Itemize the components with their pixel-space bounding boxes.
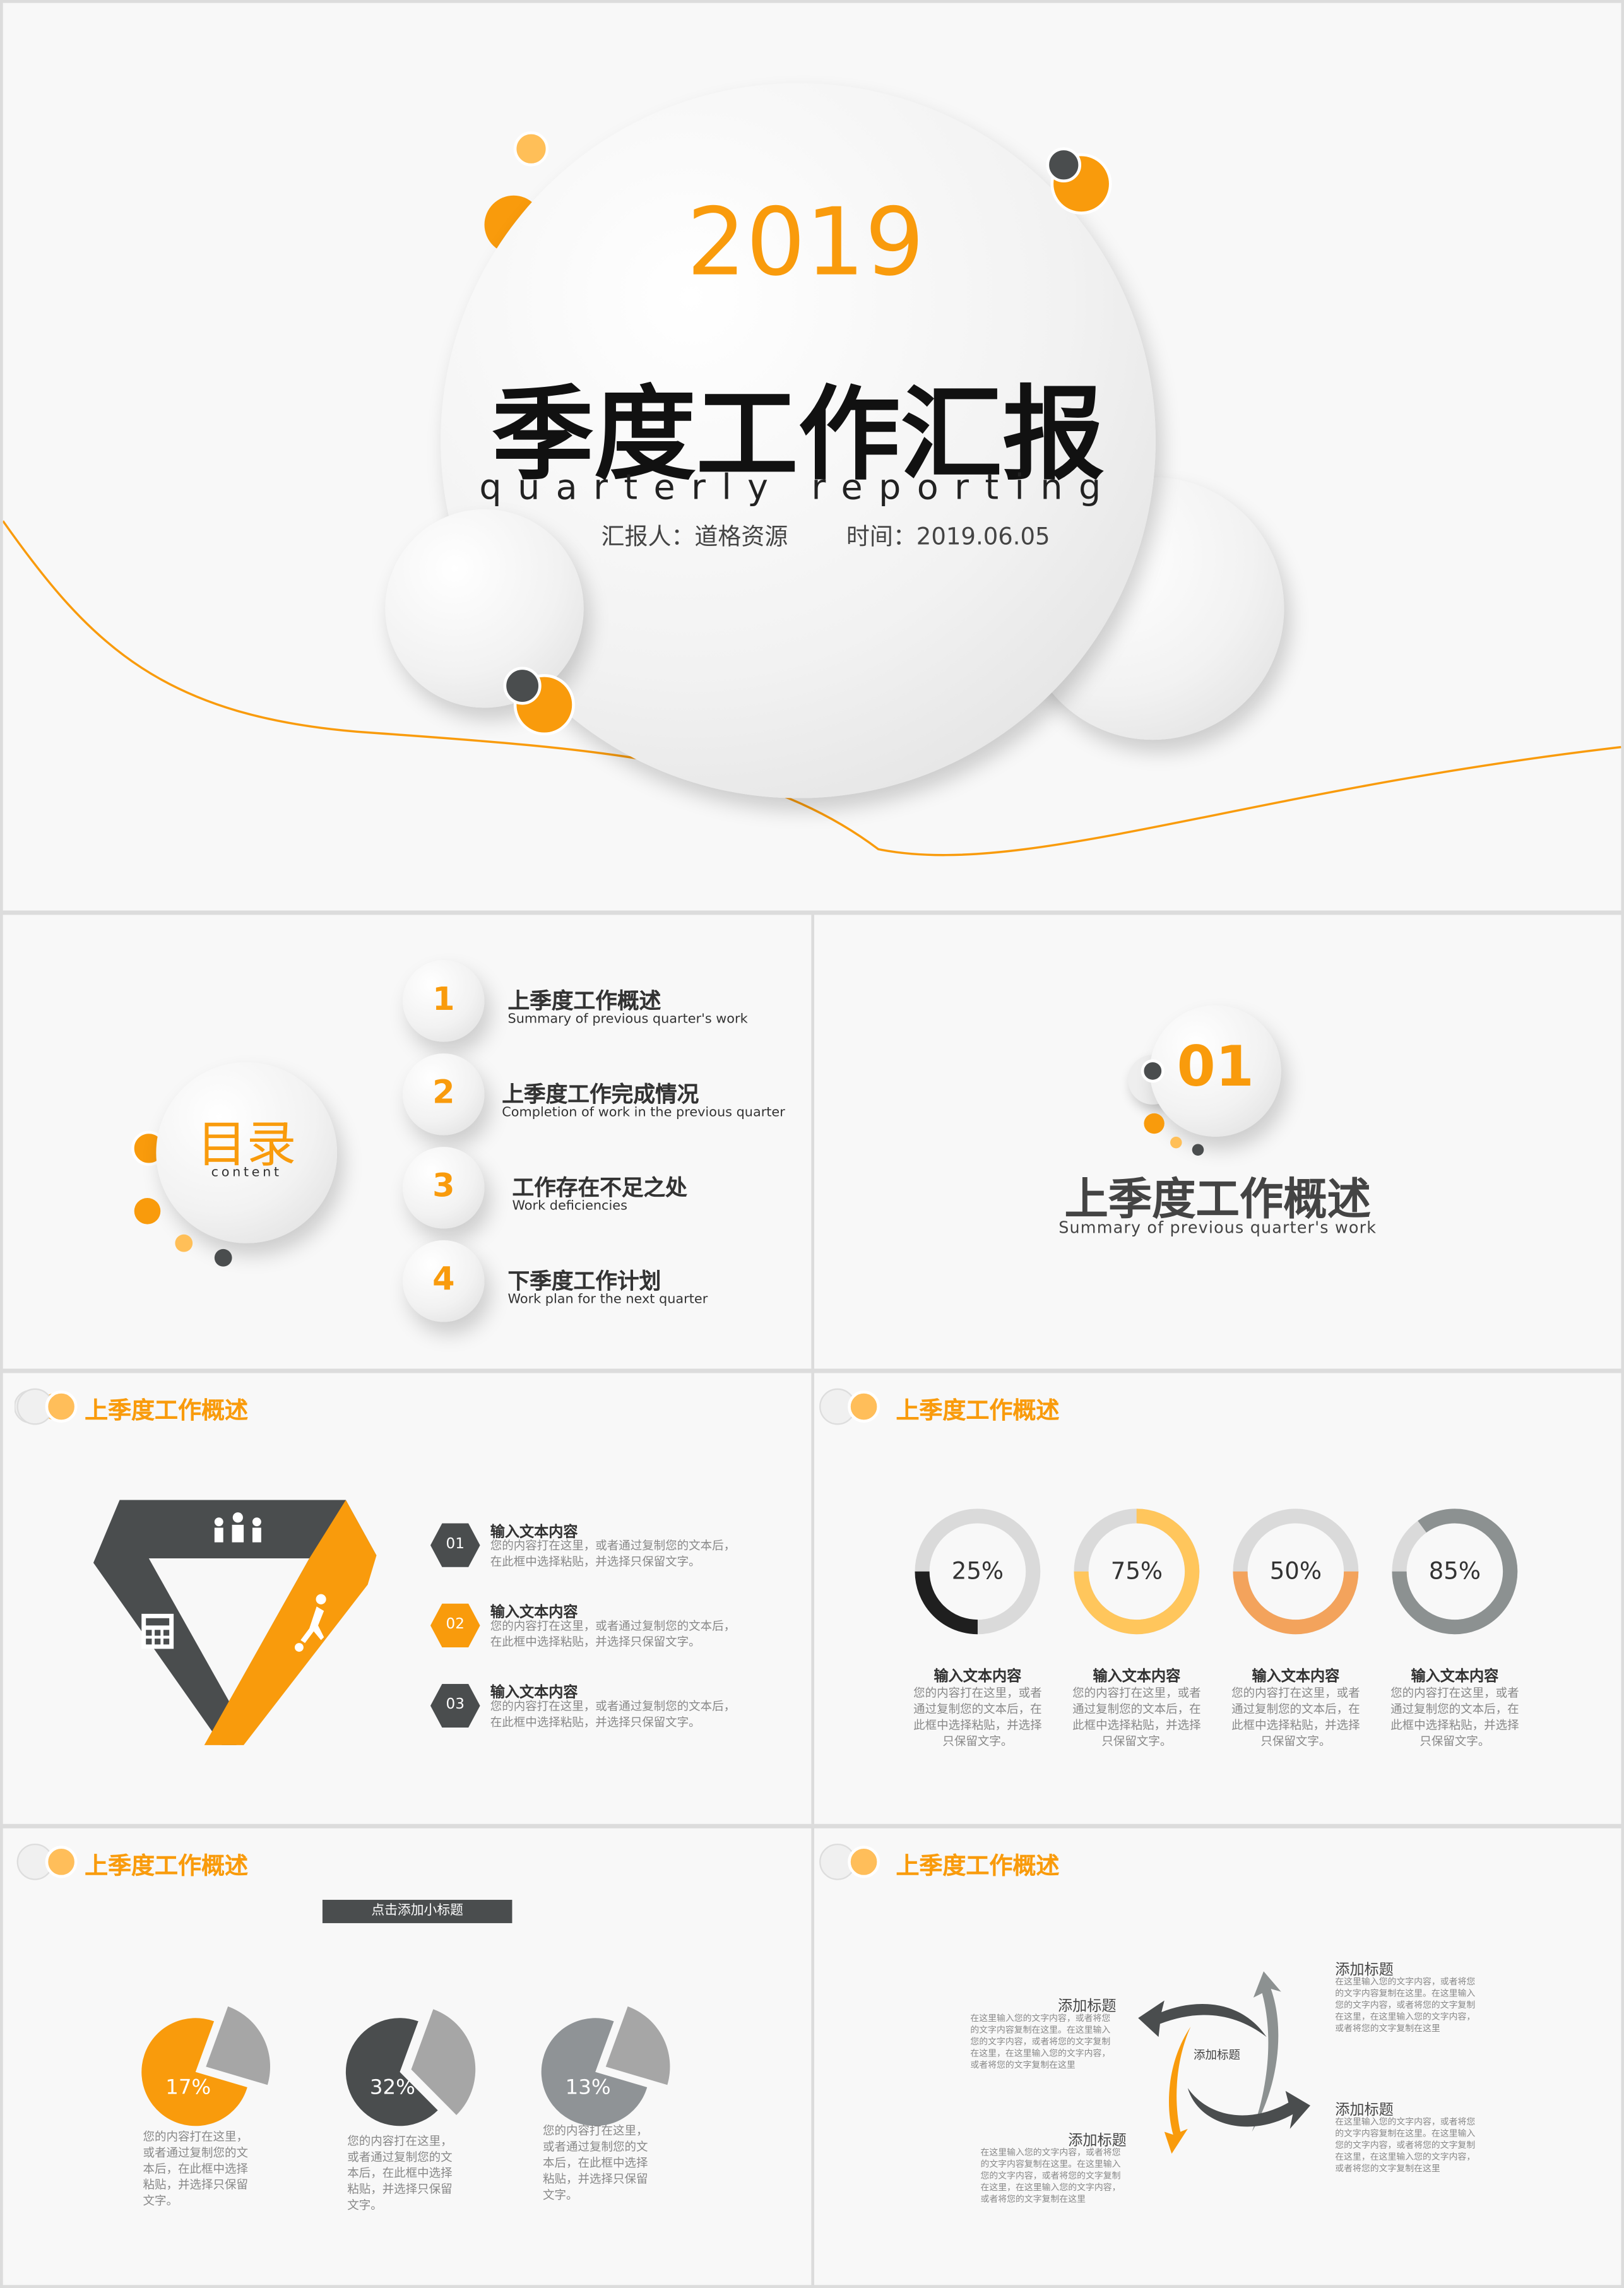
toc-item-title[interactable]: 下季度工作计划 <box>508 1265 661 1296</box>
donut-text: 您的内容打在这里，或者通过复制您的文本后，在此框中选择粘贴，并选择只保留文字。 <box>1231 1686 1360 1748</box>
toc-subtitle: content <box>211 1166 282 1181</box>
arrow-gray <box>1252 1971 1281 2132</box>
item-text: 您的内容打在这里，或者通过复制您的文本后，在此框中选择粘贴，并选择只保留文字。 <box>490 1620 736 1649</box>
pie-chart <box>345 2009 476 2126</box>
hexagon-number: 01 <box>446 1536 465 1553</box>
toc-number: 3 <box>432 1168 455 1206</box>
cover-subtitle: quarterly reporting <box>479 466 1117 508</box>
cycle-center-title: 添加标题 <box>1194 2048 1241 2062</box>
toc-item-subtitle: Work plan for the next quarter <box>507 1293 708 1308</box>
decor-dot <box>1046 147 1082 182</box>
decor-dot <box>1192 1144 1204 1156</box>
toc-item-subtitle: Work deficiencies <box>512 1199 627 1214</box>
slide-donuts[interactable]: 上季度工作概述 25% 输入文本内容 您的内容打在这里，或者通过复制您的文本后，在此… <box>814 1373 1621 1824</box>
header-circles-icon <box>819 1388 880 1425</box>
header-circles-icon <box>16 1843 78 1880</box>
pie-label: 32% <box>369 2076 415 2100</box>
toc-number: 2 <box>432 1075 455 1112</box>
header-circles-icon <box>16 1388 78 1425</box>
slide-toc[interactable]: 目录 content 1 上季度工作概述 Summary of previous q… <box>3 915 812 1369</box>
toc-item-subtitle: Summary of previous quarter's work <box>507 1012 748 1028</box>
slide-preview-grid: 2019 季度工作汇报 quarterly reporting 汇报人：道格资源… <box>0 0 1624 2288</box>
decor-dot <box>134 1197 161 1224</box>
pie-exploded-slice <box>605 2006 670 2085</box>
pie-text: 您的内容打在这里，或者通过复制您的文本后，在此框中选择粘贴，并选择只保留文字。 <box>347 2135 453 2212</box>
donut-title: 输入文本内容 <box>1252 1669 1340 1686</box>
slide-section-01[interactable]: 01 上季度工作概述 Summary of previous quarter's… <box>814 915 1621 1369</box>
decor-dot <box>503 667 542 705</box>
section-title: 上季度工作概述 <box>1064 1174 1371 1226</box>
toc-number: 1 <box>432 981 455 1019</box>
cover-reporter: 汇报人：道格资源 <box>601 522 788 550</box>
slide-triangle[interactable]: 上季度工作概述 01 输入文本内容 您的内容打在这里，或者通过复制您的文本后，在此框… <box>3 1373 812 1824</box>
donut-text: 您的内容打在这里，或者通过复制您的文本后，在此框中选择粘贴，并选择只保留文字。 <box>1072 1686 1201 1748</box>
cycle-block-title: 添加标题 <box>1068 2133 1127 2150</box>
decor-dot <box>175 1234 193 1252</box>
item-text: 您的内容打在这里，或者通过复制您的文本后，在此框中选择粘贴，并选择只保留文字。 <box>490 1700 736 1729</box>
pie-exploded-slice <box>206 2006 271 2085</box>
arrow-dark-bottom <box>1187 2088 1310 2129</box>
add-subtitle-button[interactable]: 点击添加小标题 <box>322 1899 513 1923</box>
toc-item-subtitle: Completion of work in the previous quart… <box>502 1106 785 1121</box>
slide-header: 上季度工作概述 <box>896 1851 1060 1880</box>
cycle-block-text: 在这里输入您的文字内容，或者将您的文字内容复制在这里。在这里输入您的文字内容，或… <box>1335 2117 1476 2174</box>
calculator-icon <box>141 1613 174 1649</box>
cycle-block-text: 在这里输入您的文字内容，或者将您的文字内容复制在这里。在这里输入您的文字内容，或… <box>970 2013 1111 2071</box>
pie-text: 您的内容打在这里，或者通过复制您的文本后，在此框中选择粘贴，并选择只保留文字。 <box>542 2124 648 2202</box>
slide-header: 上季度工作概述 <box>85 1851 249 1880</box>
cycle-block-title: 添加标题 <box>1335 1962 1394 1979</box>
decor-dot <box>513 131 549 167</box>
toc-item-title[interactable]: 上季度工作概述 <box>508 985 661 1016</box>
cover-year: 2019 <box>686 189 925 298</box>
cover-time: 时间：2019.06.05 <box>846 522 1050 550</box>
donut-label: 25% <box>951 1556 1004 1585</box>
section-number: 01 <box>1177 1034 1254 1099</box>
slide-pies[interactable]: 上季度工作概述 点击添加小标题 17% 您的内容打在这里，或者通过复制您的文本后，… <box>3 1828 812 2285</box>
pie-text: 您的内容打在这里，或者通过复制您的文本后，在此框中选择粘贴，并选择只保留文字。 <box>143 2130 249 2208</box>
slide-header: 上季度工作概述 <box>896 1396 1060 1425</box>
donut-text: 您的内容打在这里，或者通过复制您的文本后，在此框中选择粘贴，并选择只保留文字。 <box>1390 1686 1519 1748</box>
slide-cycle[interactable]: 上季度工作概述 添加标题 添加标题 在这里输入您的文字内容，或者将您的文字内容复制… <box>814 1828 1621 2285</box>
item-text: 您的内容打在这里，或者通过复制您的文本后，在此框中选择粘贴，并选择只保留文字。 <box>490 1539 736 1569</box>
cycle-block-text: 在这里输入您的文字内容，或者将您的文字内容复制在这里。在这里输入您的文字内容，或… <box>980 2147 1121 2205</box>
hexagon-number: 02 <box>446 1616 465 1633</box>
pie-label: 13% <box>565 2076 611 2100</box>
arrow-orange <box>1164 2027 1191 2154</box>
toc-item-title[interactable]: 上季度工作完成情况 <box>502 1078 699 1109</box>
pie-label: 17% <box>165 2076 211 2100</box>
decor-dot <box>214 1248 232 1267</box>
section-subtitle: Summary of previous quarter's work <box>1058 1218 1377 1238</box>
hexagon-number: 03 <box>446 1697 465 1714</box>
arrow-dark-top <box>1138 2000 1267 2037</box>
donut-label: 50% <box>1269 1556 1322 1585</box>
header-circles-icon <box>819 1843 880 1880</box>
decor-dot <box>1170 1136 1182 1149</box>
cycle-block-title: 添加标题 <box>1058 1999 1117 2015</box>
slide-header: 上季度工作概述 <box>85 1396 249 1425</box>
donut-title: 输入文本内容 <box>934 1669 1022 1686</box>
donut-text: 您的内容打在这里，或者通过复制您的文本后，在此框中选择粘贴，并选择只保留文字。 <box>913 1686 1042 1748</box>
donut-label: 85% <box>1428 1556 1481 1585</box>
donut-label: 75% <box>1110 1556 1163 1585</box>
triangle-diagram <box>93 1500 377 1745</box>
slide-cover[interactable]: 2019 季度工作汇报 quarterly reporting 汇报人：道格资源… <box>3 3 1621 911</box>
donut-title: 输入文本内容 <box>1411 1669 1499 1686</box>
toc-item-title[interactable]: 工作存在不足之处 <box>512 1171 687 1202</box>
toc-number: 4 <box>432 1262 455 1299</box>
cycle-block-text: 在这里输入您的文字内容，或者将您的文字内容复制在这里。在这里输入您的文字内容，或… <box>1335 1977 1476 2034</box>
decor-dot <box>1144 1113 1165 1134</box>
cycle-block-title: 添加标题 <box>1335 2102 1394 2119</box>
donut-title: 输入文本内容 <box>1093 1669 1181 1686</box>
